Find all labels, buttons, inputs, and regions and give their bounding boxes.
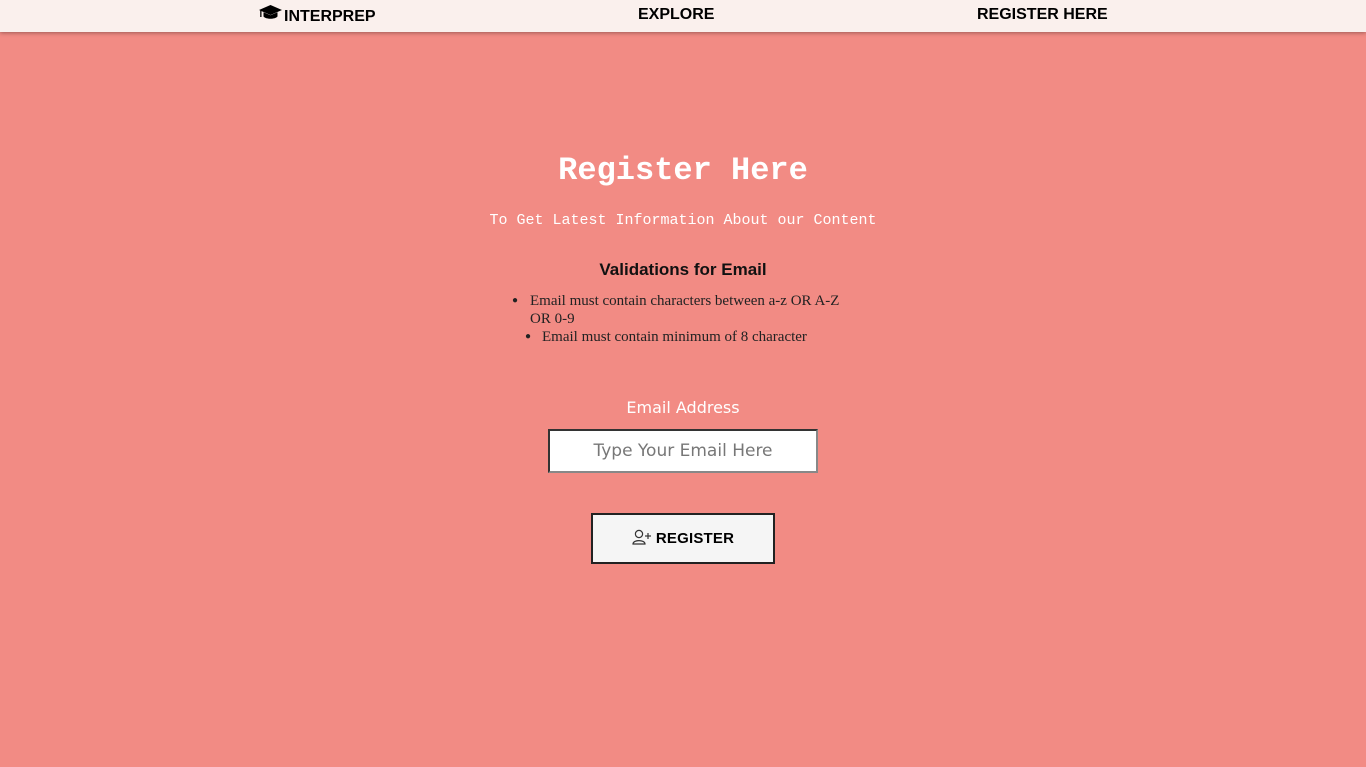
validation-rule-text: Email must contain minimum of 8 characte… bbox=[542, 329, 807, 345]
validations-heading: Validations for Email bbox=[599, 260, 767, 279]
nav-register-link[interactable]: REGISTER HERE bbox=[977, 0, 1108, 31]
user-plus-icon bbox=[632, 529, 656, 548]
brand-label: INTERPREP bbox=[284, 8, 376, 25]
validation-rule-text: Email must contain characters between a-… bbox=[530, 293, 840, 327]
email-label: Email Address bbox=[626, 398, 740, 417]
validation-rules-list: ● Email must contain characters between … bbox=[0, 292, 1366, 346]
validation-rule: ● Email must contain characters between … bbox=[512, 292, 840, 328]
bullet-icon: ● bbox=[512, 295, 519, 306]
register-button-label: REGISTER bbox=[655, 530, 735, 547]
graduation-cap-icon bbox=[258, 1, 284, 33]
email-input[interactable] bbox=[548, 429, 818, 473]
top-navbar: INTERPREP EXPLORE REGISTER HERE bbox=[0, 0, 1366, 32]
page-subtitle: To Get Latest Information About our Cont… bbox=[489, 212, 877, 229]
nav-explore-link[interactable]: EXPLORE bbox=[638, 0, 714, 31]
register-button[interactable]: REGISTER bbox=[591, 513, 775, 564]
bullet-icon: ● bbox=[525, 331, 532, 342]
brand-link[interactable]: INTERPREP bbox=[258, 1, 376, 33]
validation-rule: ● Email must contain minimum of 8 charac… bbox=[525, 328, 862, 346]
page-title: Register Here bbox=[558, 152, 808, 189]
